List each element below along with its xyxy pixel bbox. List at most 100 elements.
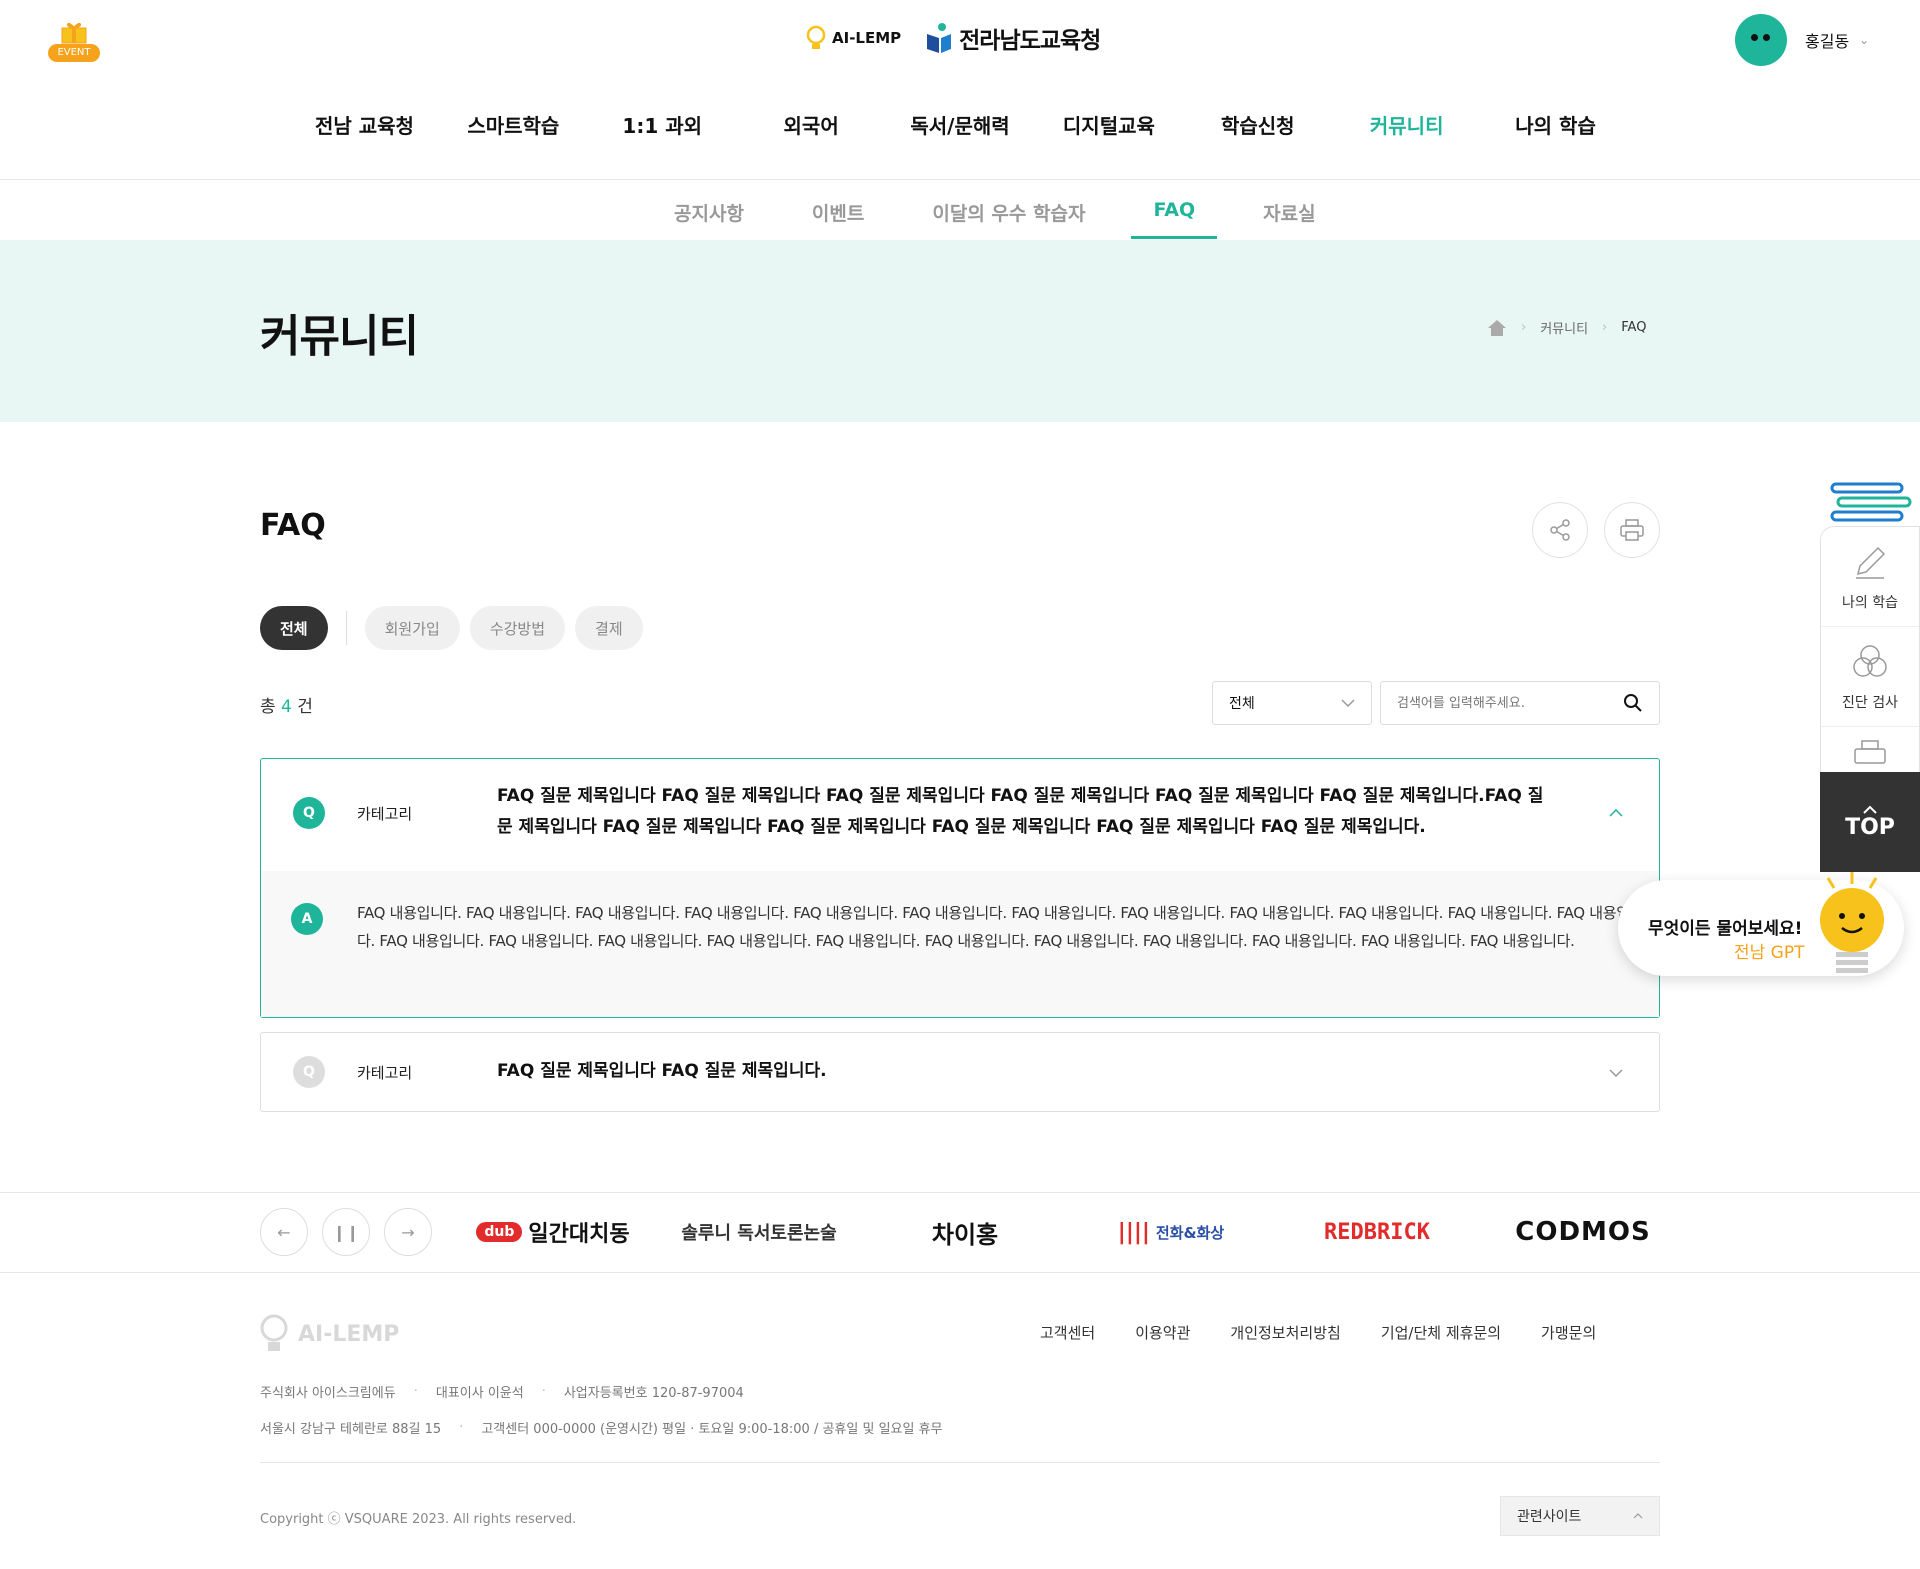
bulb-icon [260, 1314, 288, 1351]
print-button[interactable] [1604, 502, 1660, 558]
arrow-left-icon: ← [277, 1222, 291, 1242]
prev-button[interactable]: ← [260, 1208, 308, 1256]
partner-logo[interactable]: |||| 전화&화상 [1068, 1220, 1274, 1245]
footer-logo[interactable]: AI-LEMP [260, 1314, 399, 1354]
chevron-right-icon: › [1521, 320, 1527, 335]
header-logos[interactable]: AI-LEMP 전라남도교육청 [806, 18, 1101, 58]
tab-event[interactable]: 이벤트 [790, 181, 886, 239]
partner-logo[interactable]: 솔루니 독서토론논술 [656, 1219, 862, 1245]
filter-course-method[interactable]: 수강방법 [469, 606, 566, 650]
user-name: 홍길동 [1805, 32, 1850, 51]
footer-link-franchise[interactable]: 가맹문의 [1541, 1322, 1596, 1343]
search-icon[interactable] [1623, 693, 1643, 713]
faq-answer-text: FAQ 내용입니다. FAQ 내용입니다. FAQ 내용입니다. FAQ 내용입… [357, 904, 1644, 950]
total-count: 총 4 건 [260, 692, 313, 717]
footer-links: 고객센터 이용약관 개인정보처리방침 기업/단체 제휴문의 가맹문의 [1040, 1322, 1596, 1343]
chevron-up-icon [1609, 809, 1623, 817]
tab-archive[interactable]: 자료실 [1241, 181, 1337, 239]
section-title: FAQ [260, 508, 326, 543]
nav-item-apply[interactable]: 학습신청 [1183, 110, 1332, 139]
gpt-chat-button[interactable]: 무엇이든 물어보세요! 전남 GPT [1618, 872, 1904, 976]
faq-category: 카테고리 [357, 805, 413, 823]
total-prefix: 총 [260, 697, 276, 717]
breadcrumb: › 커뮤니티 › FAQ [1487, 318, 1646, 337]
main-nav: 전남 교육청 스마트학습 1:1 과외 외국어 독서/문해력 디지털교육 학습신… [290, 110, 1630, 139]
filter-signup[interactable]: 회원가입 [364, 606, 460, 650]
nav-item-community[interactable]: 커뮤니티 [1332, 110, 1481, 139]
quick-item-label: 진단 검사 [1842, 694, 1898, 711]
faq-question-row[interactable]: Q 카테고리 FAQ 질문 제목입니다 FAQ 질문 제목입니다 FAQ 질문 … [261, 759, 1659, 871]
event-banner[interactable]: EVENT [46, 14, 102, 66]
share-button[interactable] [1532, 502, 1588, 558]
office-emblem-icon [927, 23, 952, 53]
pause-button[interactable]: ❙❙ [322, 1208, 370, 1256]
user-menu[interactable]: 홍길동 ⌄ [1735, 14, 1869, 66]
nav-item-tutoring[interactable]: 1:1 과외 [588, 110, 737, 139]
separator: · [541, 1384, 546, 1399]
answer-mark: A [291, 903, 323, 935]
dub-logo-mark: dub [476, 1222, 523, 1242]
nav-item-foreign-language[interactable]: 외국어 [737, 110, 886, 139]
nav-item-reading[interactable]: 독서/문해력 [886, 110, 1035, 139]
divider [345, 611, 347, 645]
divider [0, 1272, 1920, 1273]
tab-notice[interactable]: 공지사항 [652, 181, 766, 239]
nav-item-digital-edu[interactable]: 디지털교육 [1034, 110, 1183, 139]
related-sites-label: 관련사이트 [1517, 1509, 1582, 1525]
partner-logo-mark: |||| [1117, 1219, 1150, 1245]
print-icon [1620, 519, 1644, 541]
breadcrumb-faq: FAQ [1621, 320, 1647, 335]
ailemp-logo[interactable]: AI-LEMP [806, 25, 901, 51]
page-title: 커뮤니티 [260, 311, 419, 362]
chevron-down-icon [1341, 699, 1355, 707]
filter-all[interactable]: 전체 [260, 606, 328, 650]
partner-controls: ← ❙❙ → [260, 1208, 432, 1256]
chevron-down-icon: ⌄ [1859, 33, 1870, 47]
pause-icon: ❙❙ [332, 1222, 360, 1242]
search-type-select[interactable]: 전체 [1212, 681, 1372, 725]
quick-my-learning[interactable]: 나의 학습 [1821, 527, 1919, 627]
home-icon[interactable] [1487, 319, 1507, 337]
footer-logo-text: AI-LEMP [298, 1321, 400, 1347]
faq-answer: A FAQ 내용입니다. FAQ 내용입니다. FAQ 내용입니다. FAQ 내… [261, 871, 1659, 1017]
filter-payment[interactable]: 결제 [575, 606, 643, 650]
related-sites-select[interactable]: 관련사이트 [1500, 1496, 1660, 1536]
breadcrumb-community[interactable]: 커뮤니티 [1540, 318, 1588, 337]
total-number: 4 [281, 697, 292, 717]
next-button[interactable]: → [384, 1208, 432, 1256]
partner-logo[interactable]: REDBRICK [1274, 1220, 1480, 1245]
tab-best-learner[interactable]: 이달의 우수 학습자 [910, 181, 1107, 239]
footer-link-support[interactable]: 고객센터 [1040, 1322, 1095, 1343]
company-name: 주식회사 아이스크림에듀 [260, 1386, 396, 1401]
nav-item-jeonnam-office[interactable]: 전남 교육청 [290, 110, 439, 139]
partner-logo[interactable]: 차이홍 [862, 1215, 1068, 1250]
chevron-down-icon [1609, 1069, 1623, 1077]
quick-diagnosis[interactable]: 진단 검사 [1821, 627, 1919, 727]
divider [260, 1462, 1660, 1463]
chevron-up-icon [1863, 805, 1877, 814]
partner-logo[interactable]: CODMOS [1480, 1217, 1686, 1247]
total-suffix: 건 [297, 697, 313, 717]
footer-link-privacy[interactable]: 개인정보처리방침 [1230, 1322, 1340, 1343]
partner-logo[interactable]: dub 일간대치동 [450, 1216, 656, 1248]
jeonnam-office-logo[interactable]: 전라남도교육청 [925, 21, 1101, 55]
tab-faq[interactable]: FAQ [1131, 181, 1218, 239]
top-button[interactable]: TOP [1820, 772, 1920, 872]
nav-item-my-learning[interactable]: 나의 학습 [1481, 110, 1630, 139]
faq-question: FAQ 질문 제목입니다 FAQ 질문 제목입니다 FAQ 질문 제목입니다 F… [497, 786, 1544, 837]
quick-item-label: 나의 학습 [1842, 594, 1898, 611]
nav-item-smart-learning[interactable]: 스마트학습 [439, 110, 588, 139]
chevron-right-icon: › [1602, 320, 1608, 335]
faq-item[interactable]: Q 카테고리 FAQ 질문 제목입니다 FAQ 질문 제목입니다. [260, 1032, 1660, 1112]
gift-icon [61, 22, 87, 44]
search-input[interactable] [1397, 695, 1617, 711]
question-mark: Q [293, 797, 325, 829]
gpt-name: 전남 GPT [1734, 943, 1805, 963]
avatar [1735, 14, 1787, 66]
pencil-icon [1856, 546, 1886, 579]
footer-link-partnership[interactable]: 기업/단체 제휴문의 [1381, 1322, 1501, 1343]
top-label: TOP [1845, 814, 1895, 840]
faq-category: 카테고리 [357, 1064, 413, 1082]
footer-link-terms[interactable]: 이용약관 [1135, 1322, 1190, 1343]
faq-question: FAQ 질문 제목입니다 FAQ 질문 제목입니다. [497, 1061, 827, 1081]
